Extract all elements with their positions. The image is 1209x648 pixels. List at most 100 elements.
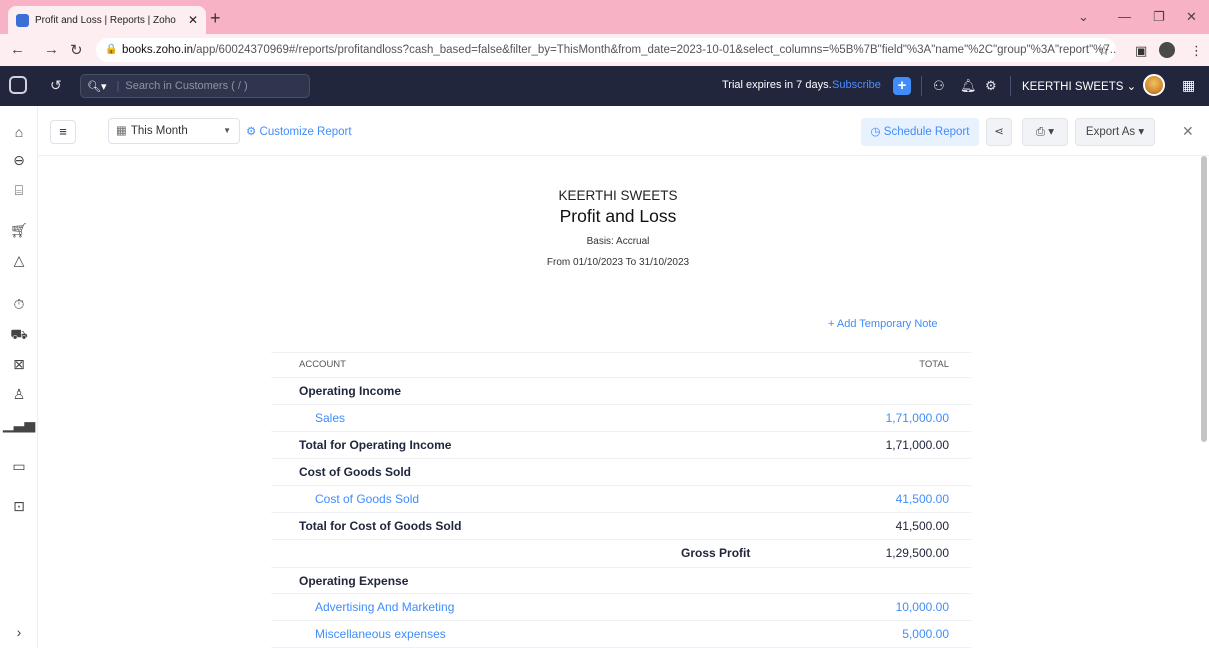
export-label: Export As <box>1085 126 1136 138</box>
gear-icon: ⚙ <box>246 126 257 138</box>
export-button[interactable]: Export As ▾ <box>1075 118 1155 146</box>
table-row: Miscellaneous expenses 5,000.00 <box>271 621 971 648</box>
calendar-icon: ▦ <box>116 125 127 137</box>
browser-tab[interactable]: Profit and Loss | Reports | Zoho ✕ <box>8 6 206 34</box>
report-basis: Basis: Accrual <box>586 236 650 247</box>
browser-tab-bar: Profit and Loss | Reports | Zoho ✕ + ⌄ —… <box>0 0 1209 34</box>
close-tab-icon[interactable]: ✕ <box>188 13 198 27</box>
period-label: This Month <box>130 125 188 137</box>
tab-title: Profit and Loss | Reports | Zoho <box>35 14 176 26</box>
group-label: Operating Income <box>299 384 402 398</box>
sidepanel-icon[interactable]: ▣ <box>1135 43 1147 59</box>
customize-report-button[interactable]: ⚙ Customize Report <box>246 124 352 138</box>
apps-store-icon[interactable]: ⊡ <box>0 498 38 515</box>
close-report-icon[interactable]: ✕ <box>1182 123 1194 140</box>
user-avatar[interactable] <box>1143 74 1165 96</box>
table-row: Cost of Goods Sold 41,500.00 <box>271 486 971 513</box>
menu-toggle-button[interactable]: ≡ <box>50 120 76 144</box>
browser-menu-icon[interactable]: ⋮ <box>1190 43 1203 59</box>
tab-search-icon[interactable]: ⌄ <box>1078 9 1089 25</box>
settings-gear-icon[interactable]: ⚙ <box>985 78 997 94</box>
table-header: ACCOUNT TOTAL <box>271 352 971 378</box>
report-body: KEERTHI SWEETS Profit and Loss Basis: Ac… <box>38 156 1198 648</box>
group-label: Cost of Goods Sold <box>299 465 411 479</box>
lock-icon: 🔒 <box>105 44 118 55</box>
url-field[interactable]: 🔒 books.zoho.in/app/60024370969#/reports… <box>96 38 1116 62</box>
report-date-range: From 01/10/2023 To 31/10/2023 <box>546 257 690 268</box>
report-toolbar: ≡ ▦ This Month ▼ ⚙ Customize Report ◷ Sch… <box>38 106 1209 156</box>
documents-folder-icon[interactable]: ▭ <box>0 458 38 475</box>
back-icon[interactable]: ← <box>10 41 25 58</box>
purchases-bag-icon[interactable]: △ <box>0 252 38 269</box>
amount-link[interactable]: 1,71,000.00 <box>886 405 949 432</box>
zoho-books-logo-icon[interactable] <box>9 76 27 94</box>
report-title: Profit and Loss <box>559 206 677 226</box>
url-path: /app/60024370969#/reports/profitandloss?… <box>192 44 1116 56</box>
amount-link[interactable]: 10,000.00 <box>896 594 949 621</box>
notifications-bell-icon[interactable]: 🔔︎ <box>960 78 977 94</box>
table-row: Advertising And Marketing 10,000.00 <box>271 594 971 621</box>
search-icon[interactable]: 🔍︎▾ <box>87 80 107 93</box>
period-select[interactable]: ▦ This Month ▼ <box>108 118 240 144</box>
account-link[interactable]: Miscellaneous expenses <box>315 621 446 648</box>
close-window-button[interactable]: ✕ <box>1186 9 1197 25</box>
total-column-header: TOTAL <box>919 359 949 370</box>
app-header: ↺ 🔍︎▾ | Search in Customers ( / ) Trial … <box>0 66 1209 106</box>
table-row: Total for Operating Income 1,71,000.00 <box>271 432 971 459</box>
bookmark-star-icon[interactable]: ☆ <box>1098 43 1110 59</box>
browser-address-bar: ← → ↻ 🔒 books.zoho.in/app/60024370969#/r… <box>0 34 1209 66</box>
recent-activity-icon[interactable]: ↺ <box>50 77 62 94</box>
refer-icon[interactable]: ⚇ <box>933 78 945 94</box>
schedule-report-label: Schedule Report <box>883 126 970 138</box>
eway-bill-truck-icon[interactable]: ⛟ <box>0 326 38 345</box>
org-name: KEERTHI SWEETS <box>1022 81 1124 93</box>
reload-icon[interactable]: ↻ <box>70 41 83 59</box>
amount-link[interactable]: 41,500.00 <box>896 486 949 513</box>
expand-sidebar-icon[interactable]: › <box>0 624 38 640</box>
apps-grid-icon[interactable]: ▦ <box>1182 77 1195 94</box>
forward-icon[interactable]: → <box>44 41 59 58</box>
add-temporary-note-link[interactable]: + Add Temporary Note <box>828 318 938 330</box>
table-row: Operating Expense <box>271 567 971 594</box>
table-row: Gross Profit 1,29,500.00 <box>271 540 971 567</box>
table-row: Sales 1,71,000.00 <box>271 405 971 432</box>
printer-icon: ⎙ <box>1035 126 1046 138</box>
payroll-icon[interactable]: ♙ <box>0 386 38 403</box>
quick-create-button[interactable]: + <box>893 77 911 95</box>
account-link[interactable]: Cost of Goods Sold <box>315 486 419 513</box>
minimize-button[interactable]: — <box>1118 9 1131 24</box>
url-host: books.zoho.in <box>122 44 193 56</box>
account-column-header: ACCOUNT <box>299 359 346 370</box>
account-link[interactable]: Sales <box>315 405 345 432</box>
amount-link[interactable]: 5,000.00 <box>902 621 949 648</box>
trial-text: Trial expires in 7 days. <box>722 79 832 91</box>
share-icon: ⋖ <box>994 126 1004 138</box>
new-tab-button[interactable]: + <box>210 8 221 29</box>
scrollbar[interactable] <box>1201 156 1207 442</box>
accountant-icon[interactable]: ⊠ <box>0 356 38 373</box>
zoho-favicon-icon <box>16 13 29 27</box>
maximize-button[interactable]: ❐ <box>1153 9 1165 25</box>
profile-avatar[interactable] <box>1159 42 1175 58</box>
banking-icon[interactable]: ⌸ <box>0 182 38 199</box>
total-label: Total for Cost of Goods Sold <box>299 519 462 533</box>
sales-cart-icon[interactable]: 🛒︎ <box>0 222 38 239</box>
account-link[interactable]: Advertising And Marketing <box>315 594 454 621</box>
total-label: Total for Operating Income <box>299 438 452 452</box>
customize-report-label: Customize Report <box>259 126 352 138</box>
chevron-down-icon: ▼ <box>223 126 231 135</box>
subscribe-link[interactable]: Subscribe <box>832 79 881 91</box>
home-icon[interactable]: ⌂ <box>0 124 38 140</box>
gross-profit-label: Gross Profit <box>681 546 751 560</box>
search-placeholder: Search in Customers ( / ) <box>125 80 248 92</box>
schedule-report-button[interactable]: ◷ Schedule Report <box>861 118 979 146</box>
time-tracking-icon[interactable]: ⏱︎ <box>0 296 38 313</box>
items-icon[interactable]: ⊖ <box>0 152 38 169</box>
share-button[interactable]: ⋖ <box>986 118 1012 146</box>
print-button[interactable]: ⎙ ▾ <box>1022 118 1068 146</box>
reports-chart-icon[interactable]: ▁▃▅ <box>0 416 38 433</box>
gross-profit-value: 1,29,500.00 <box>885 546 949 560</box>
org-switcher[interactable]: KEERTHI SWEETS ⌄ <box>1022 79 1136 93</box>
search-input[interactable]: 🔍︎▾ | Search in Customers ( / ) <box>80 74 310 98</box>
report-table: ACCOUNT TOTAL Operating Income Sales 1,7… <box>271 352 971 648</box>
